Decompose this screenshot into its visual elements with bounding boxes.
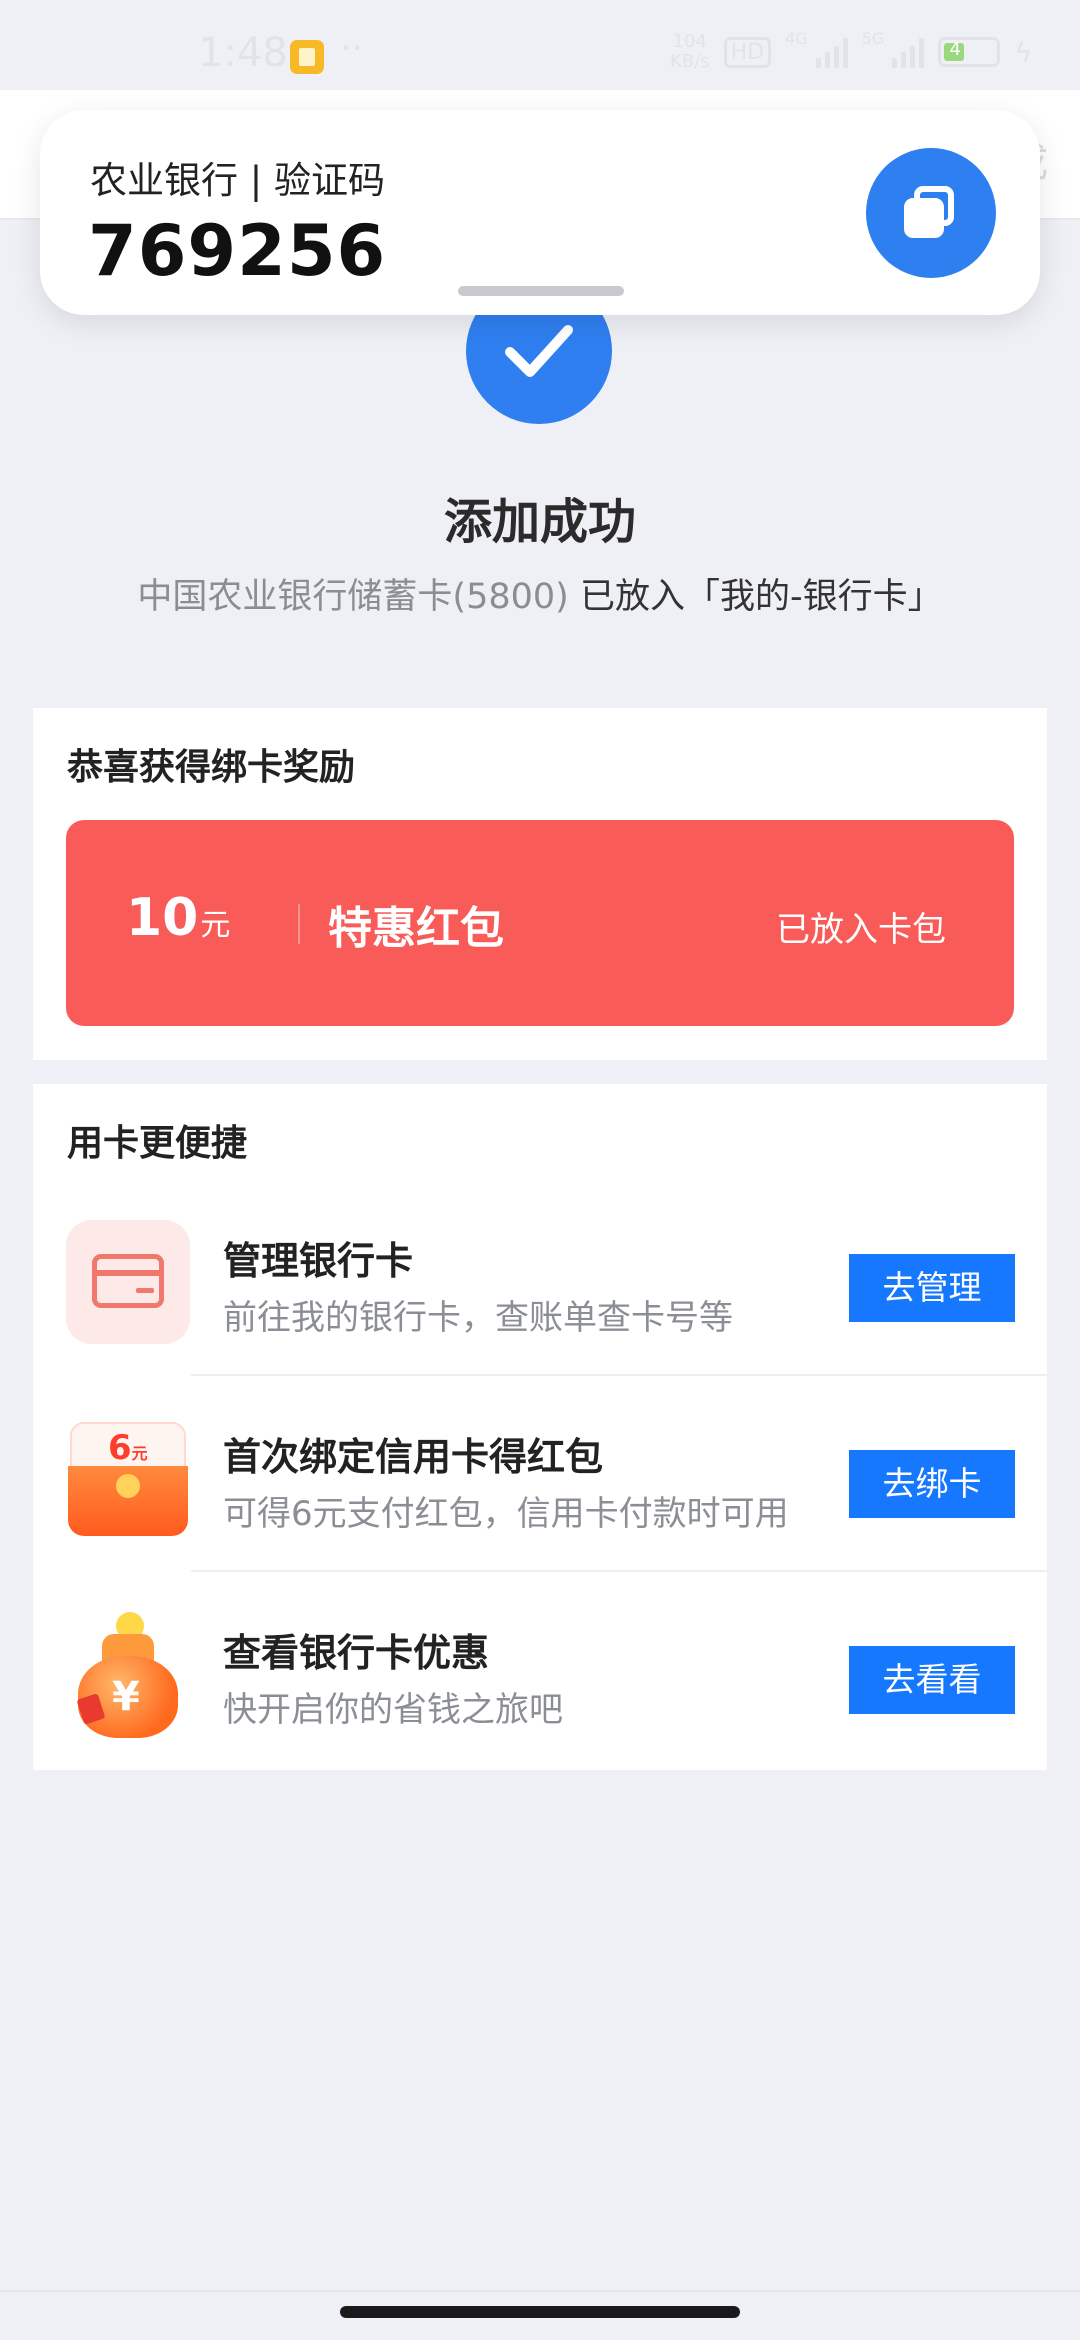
view-offers-button[interactable]: 去看看 [849, 1646, 1015, 1714]
list-item-desc: 前往我的银行卡，查账单查卡号等 [223, 1298, 733, 1338]
home-indicator[interactable] [340, 2306, 740, 2318]
network-speed: 104 KB/s [670, 32, 710, 72]
sim2-label: 5G [861, 28, 885, 48]
convenience-card: 用卡更便捷 管理银行卡 前往我的银行卡，查账单查卡号等 去管理 6元 首次绑定信… [33, 1084, 1047, 1770]
success-title: 添加成功 [443, 494, 636, 550]
card-name: 中国农业银行储蓄卡(5800) [137, 577, 569, 617]
red-envelope-badge-value: 6 [108, 1428, 132, 1468]
list-item-manage-card[interactable]: 管理银行卡 前往我的银行卡，查账单查卡号等 去管理 [33, 1180, 1047, 1376]
red-packet-amount-value: 10 [126, 888, 199, 948]
red-envelope-badge-unit: 元 [131, 1444, 148, 1463]
red-packet-banner[interactable]: 10元 特惠红包 已放入卡包 [66, 820, 1014, 1026]
red-packet-name: 特惠红包 [328, 903, 504, 954]
signal-2-icon [892, 36, 925, 68]
list-item-desc: 快开启你的省钱之旅吧 [223, 1690, 563, 1730]
list-item-card-offers[interactable]: ¥ 查看银行卡优惠 快开启你的省钱之旅吧 去看看 [33, 1572, 1047, 1768]
sim1-label: 4G [785, 28, 808, 48]
hd-icon: HD [723, 36, 772, 68]
more-notifications-icon: ·· [340, 28, 363, 69]
red-packet-status: 已放入卡包 [776, 910, 946, 950]
bank-card-icon [66, 1220, 190, 1344]
status-indicators: 104 KB/s HD 4G 5G 4 ϟ [670, 28, 1033, 72]
convenience-section-title: 用卡更便捷 [67, 1123, 248, 1164]
red-envelope-badge: 6元 [108, 1428, 148, 1468]
copy-code-button[interactable] [866, 148, 996, 278]
notes-app-icon [290, 40, 324, 74]
status-bar: 1:48 ·· 104 KB/s HD 4G 5G 4 ϟ [0, 0, 1080, 90]
sms-code-notification[interactable]: 农业银行 | 验证码 769256 [40, 110, 1040, 315]
reward-section-title: 恭喜获得绑卡奖励 [67, 747, 356, 788]
list-item-title: 查看银行卡优惠 [223, 1631, 490, 1675]
banner-divider [298, 904, 300, 944]
reward-card: 恭喜获得绑卡奖励 10元 特惠红包 已放入卡包 [33, 708, 1047, 1060]
notification-drag-handle[interactable] [458, 286, 624, 296]
red-envelope-icon: 6元 [66, 1416, 190, 1540]
battery-icon: 4 [938, 37, 1001, 67]
network-speed-unit: KB/s [670, 51, 710, 72]
status-time: 1:48 [198, 30, 288, 76]
success-description: 中国农业银行储蓄卡(5800) 已放入「我的-银行卡」 [0, 568, 1080, 619]
bottom-divider [0, 2290, 1080, 2292]
notification-title: 农业银行 | 验证码 [90, 159, 385, 202]
card-destination: 已放入「我的-银行卡」 [568, 577, 943, 617]
page: 1:48 ·· 104 KB/s HD 4G 5G 4 ϟ 完成 [0, 0, 1080, 2340]
red-packet-amount: 10元 [126, 888, 230, 948]
yen-symbol: ¥ [112, 1674, 140, 1720]
signal-1-icon [815, 36, 848, 68]
bind-card-button[interactable]: 去绑卡 [849, 1450, 1015, 1518]
list-item-bind-credit-card[interactable]: 6元 首次绑定信用卡得红包 可得6元支付红包，信用卡付款时可用 去绑卡 [33, 1376, 1047, 1572]
charging-icon: ϟ [1014, 35, 1033, 69]
list-item-desc: 可得6元支付红包，信用卡付款时可用 [223, 1494, 789, 1534]
battery-level: 4 [949, 39, 961, 60]
red-packet-unit: 元 [200, 908, 231, 943]
list-item-title: 管理银行卡 [223, 1239, 414, 1283]
network-speed-value: 104 [672, 31, 707, 52]
money-bag-icon: ¥ [66, 1612, 190, 1738]
list-item-title: 首次绑定信用卡得红包 [223, 1435, 604, 1479]
verification-code: 769256 [88, 210, 387, 292]
manage-card-button[interactable]: 去管理 [849, 1254, 1015, 1322]
